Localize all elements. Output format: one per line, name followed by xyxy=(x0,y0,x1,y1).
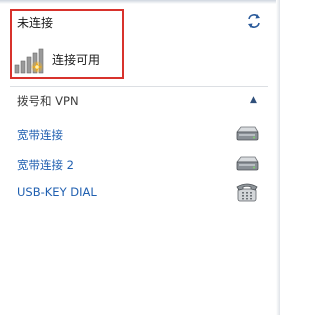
connection-item-broadband[interactable]: 宽带连接 xyxy=(12,122,267,148)
section-divider xyxy=(10,86,268,87)
wireless-signal-available-icon xyxy=(14,48,44,74)
connection-status-title: 未连接 xyxy=(17,16,54,30)
modem-icon xyxy=(236,126,259,141)
connection-item-broadband-2[interactable]: 宽带连接 2 xyxy=(12,152,267,178)
connection-label: 宽带连接 2 xyxy=(17,158,74,172)
connection-available-label: 连接可用 xyxy=(52,53,101,67)
connection-item-usb-key-dial[interactable]: USB-KEY DIAL xyxy=(12,180,267,206)
connection-label: 宽带连接 xyxy=(17,128,63,142)
network-panel: 未连接 连接可用 拨号和 VPN ▲ 宽带连接 宽带连接 2 USB-KEY D… xyxy=(0,0,280,315)
panel-frame-right xyxy=(276,0,280,315)
telephone-icon xyxy=(236,183,258,202)
connection-label: USB-KEY DIAL xyxy=(17,185,97,199)
panel-frame-top xyxy=(0,0,280,4)
dialup-vpn-header[interactable]: 拨号和 VPN xyxy=(17,93,79,109)
refresh-icon[interactable] xyxy=(246,13,262,29)
modem-icon xyxy=(236,156,259,171)
chevron-up-icon[interactable]: ▲ xyxy=(250,94,257,106)
